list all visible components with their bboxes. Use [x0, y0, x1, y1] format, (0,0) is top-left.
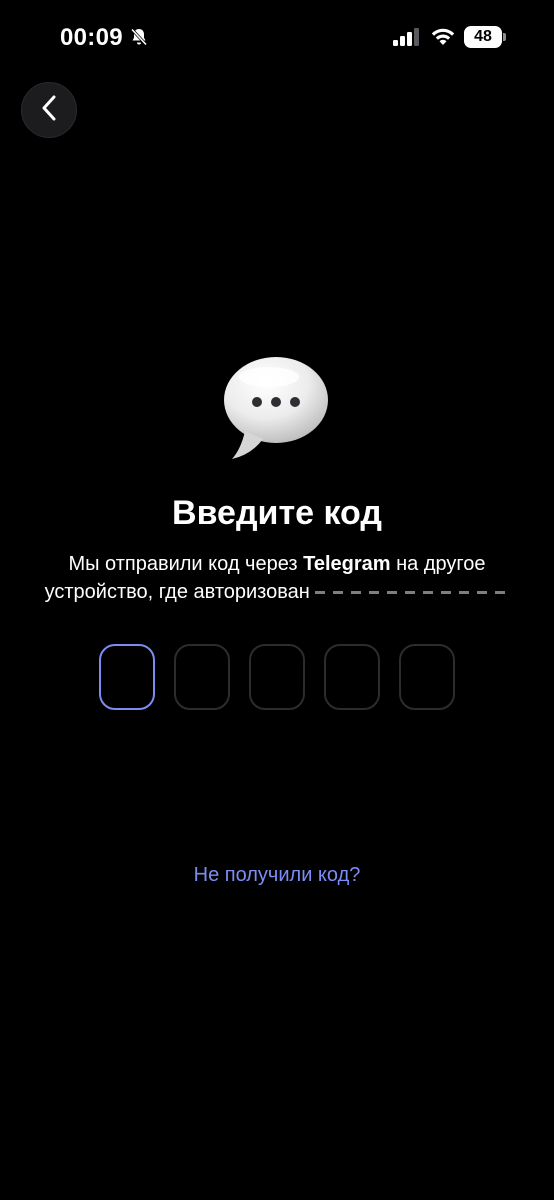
battery-indicator: 48	[464, 26, 502, 48]
code-input[interactable]	[99, 644, 455, 710]
page-title: Введите код	[172, 494, 382, 532]
status-bar: 00:09 48	[0, 0, 554, 76]
code-digit-4[interactable]	[324, 644, 380, 710]
resend-code-link[interactable]: Не получили код?	[0, 864, 554, 887]
speech-bubble-ellipsis-icon	[219, 353, 331, 468]
screen: 00:09 48 Введите код Мы отправили код че…	[0, 0, 554, 1200]
back-button[interactable]	[21, 82, 77, 138]
bell-slash-icon	[129, 27, 149, 52]
app-name: Telegram	[303, 553, 391, 575]
code-digit-1[interactable]	[99, 644, 155, 710]
subtitle-text-1: Мы отправили код через	[68, 553, 304, 575]
chevron-left-icon	[41, 95, 57, 126]
code-digit-3[interactable]	[249, 644, 305, 710]
code-digit-5[interactable]	[399, 644, 455, 710]
code-digit-2[interactable]	[174, 644, 230, 710]
battery-cap	[503, 33, 506, 41]
redacted-text	[315, 584, 510, 601]
wifi-icon	[430, 25, 456, 52]
signal-icon	[393, 28, 421, 51]
status-time: 00:09	[60, 24, 123, 51]
subtitle: Мы отправили код через Telegram на друго…	[20, 550, 534, 606]
